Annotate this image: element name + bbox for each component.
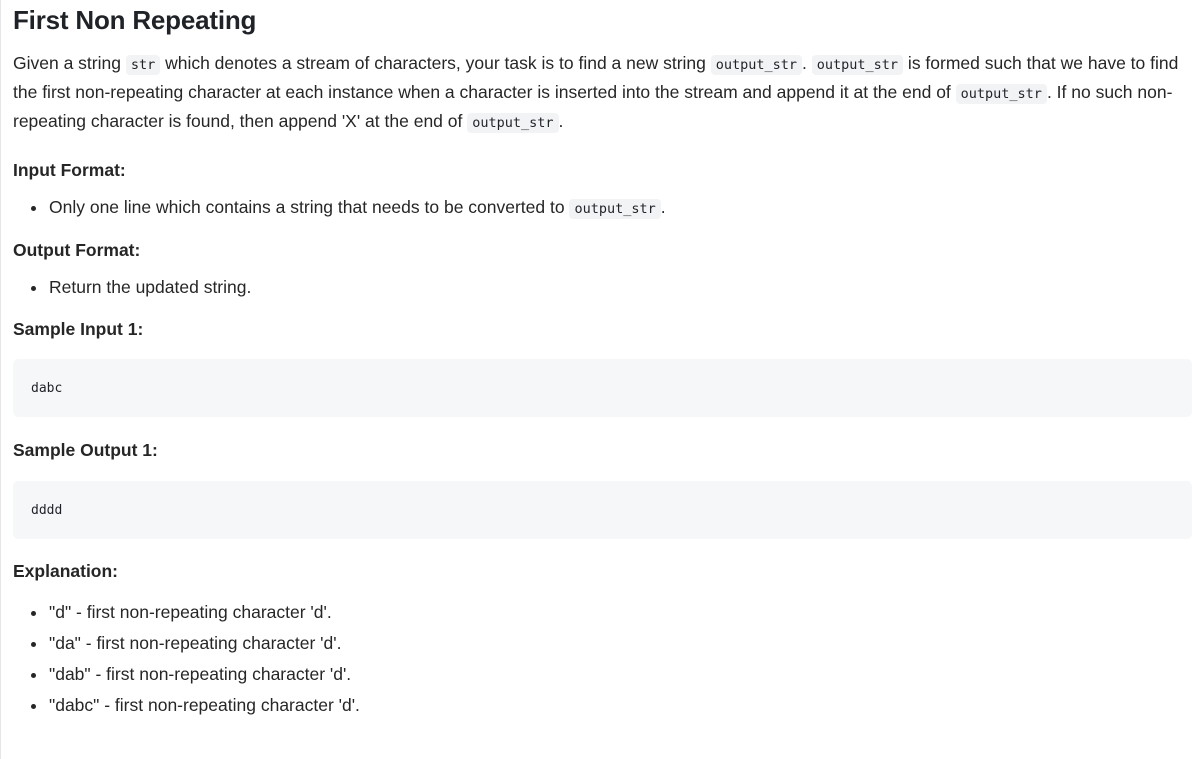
list-item: Return the updated string. [48, 272, 1193, 303]
inline-code-output-str: output_str [955, 84, 1047, 104]
sample-output-heading: Sample Output 1: [13, 440, 158, 460]
inline-code-str: str [125, 55, 161, 75]
sample-input-code-block: dabc [13, 359, 1192, 417]
output-format-list: Return the updated string. [13, 272, 1193, 303]
explanation-list: "d" - first non-repeating character 'd'.… [13, 597, 1193, 721]
sample-input-heading: Sample Input 1: [13, 319, 144, 339]
output-format-heading: Output Format: [13, 240, 141, 260]
input-format-text: Only one line which contains a string th… [49, 197, 570, 217]
sample-output-code-block: dddd [13, 481, 1192, 539]
problem-title: First Non Repeating [13, 5, 257, 35]
list-item: "da" - first non-repeating character 'd'… [48, 628, 1193, 659]
sample-output-value: dddd [31, 502, 63, 518]
list-item: Only one line which contains a string th… [48, 192, 1193, 225]
input-format-end: . [660, 197, 666, 217]
list-item: "dabc" - first non-repeating character '… [48, 690, 1193, 721]
input-format-list: Only one line which contains a string th… [13, 192, 1193, 225]
inline-code-output-str: output_str [569, 199, 661, 219]
list-item: "d" - first non-repeating character 'd'. [48, 597, 1193, 628]
sample-input-value: dabc [31, 380, 63, 396]
description-text: Given a string [13, 53, 126, 73]
input-format-heading: Input Format: [13, 160, 126, 180]
list-item: "dab" - first non-repeating character 'd… [48, 659, 1193, 690]
inline-code-output-str: output_str [467, 113, 559, 133]
left-divider [0, 0, 1, 759]
description-text: . [802, 53, 812, 73]
problem-description: Given a string str which denotes a strea… [13, 50, 1193, 137]
description-text: which denotes a stream of characters, yo… [160, 53, 711, 73]
description-text: . [558, 111, 564, 131]
problem-statement: First Non Repeating Given a string str w… [0, 0, 1201, 759]
inline-code-output-str: output_str [811, 55, 904, 75]
explanation-heading: Explanation: [13, 561, 119, 581]
inline-code-output-str: output_str [710, 55, 803, 75]
